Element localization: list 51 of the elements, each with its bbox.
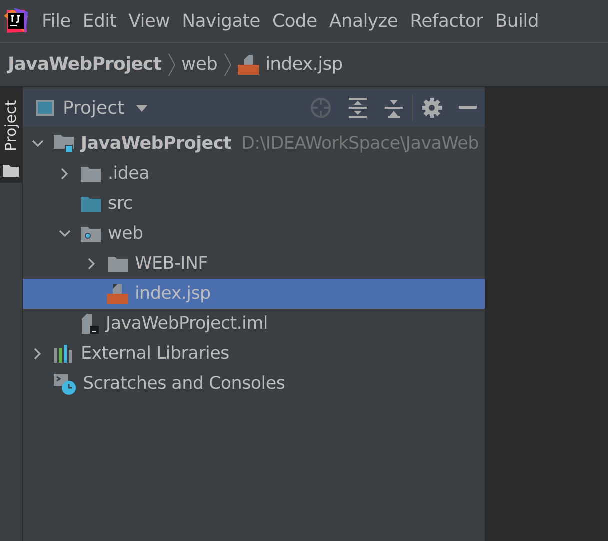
tree-item-label: src (108, 194, 133, 214)
scratches-icon (53, 373, 77, 395)
app-logo-icon (4, 8, 28, 34)
expand-all-icon[interactable] (348, 97, 368, 119)
project-path: D:\IDEAWorkSpace\JavaWeb (242, 134, 479, 154)
menu-item[interactable]: Code (266, 10, 324, 32)
tree-item[interactable]: WEB-INF (23, 249, 485, 279)
tree-item[interactable]: External Libraries (23, 339, 485, 369)
breadcrumb-item[interactable]: JavaWebProject (8, 54, 162, 75)
jsp-file-icon (107, 283, 129, 305)
settings-icon[interactable] (421, 97, 443, 119)
tree-item[interactable]: JavaWebProject.iml (23, 309, 485, 339)
tree-item-label: web (108, 224, 144, 244)
panel-title: Project (63, 98, 125, 118)
menu-item[interactable]: Navigate (176, 10, 266, 32)
breadcrumb-separator-icon (168, 52, 176, 76)
minimize-icon[interactable] (459, 106, 477, 110)
tree-item-label: .idea (108, 164, 150, 184)
folder-icon (80, 165, 102, 183)
tree-item[interactable]: .idea (23, 159, 485, 189)
menu-item[interactable]: Edit (76, 10, 123, 32)
tree-item-label: External Libraries (81, 344, 230, 364)
module-file-icon (80, 313, 100, 335)
web-folder-icon (80, 225, 102, 243)
tree-item[interactable]: JavaWebProject D:\IDEAWorkSpace\JavaWeb (23, 129, 485, 159)
folder-icon (80, 195, 102, 213)
menu-item[interactable]: File (36, 10, 77, 32)
tree-item[interactable]: web (23, 219, 485, 249)
menu-item[interactable]: Analyze (323, 10, 404, 32)
tree-item-label: JavaWebProject (81, 134, 232, 154)
tree-item-label: index.jsp (135, 284, 211, 304)
jsp-file-icon (238, 54, 260, 76)
breadcrumb-separator-icon (224, 52, 232, 76)
library-icon (53, 345, 75, 363)
collapse-all-icon[interactable] (384, 97, 404, 119)
project-side-tab[interactable]: Project (0, 87, 22, 183)
project-folder-icon (53, 134, 75, 154)
breadcrumb-item[interactable]: index.jsp (266, 54, 343, 75)
folder-icon (3, 165, 19, 177)
tree-item-label: Scratches and Consoles (83, 374, 286, 394)
tree-item-label: WEB-INF (135, 254, 208, 274)
tree-item[interactable]: src (23, 189, 485, 219)
folder-icon (107, 255, 129, 273)
window-icon (35, 99, 55, 117)
tree-item-label: JavaWebProject.iml (106, 314, 268, 334)
breadcrumb-item[interactable]: web (182, 54, 218, 75)
tree-item[interactable]: Scratches and Consoles (23, 369, 485, 399)
menu-item[interactable]: Refactor (404, 10, 490, 32)
menu-item[interactable]: Build (489, 10, 545, 32)
menu-item[interactable]: View (122, 10, 176, 32)
dropdown-caret-icon[interactable] (134, 103, 149, 113)
